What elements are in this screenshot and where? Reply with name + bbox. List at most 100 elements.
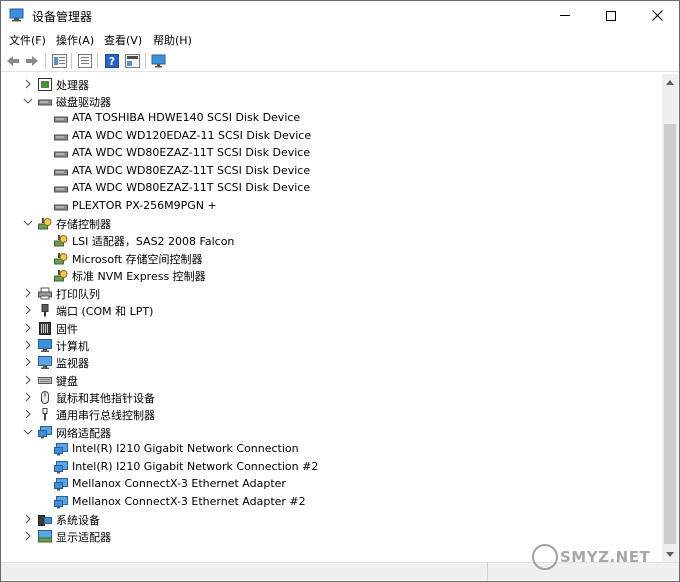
show-hide-button[interactable] <box>123 52 141 70</box>
chevron-right-icon[interactable] <box>23 305 33 315</box>
chevron-right-icon[interactable] <box>23 357 33 367</box>
tree-category-disk-drives[interactable]: 磁盘驱动器 <box>1 93 662 110</box>
tree-label: Microsoft 存储空间控制器 <box>72 253 203 266</box>
network-adapter-icon <box>38 426 52 439</box>
tree-category-firmware[interactable]: 固件 <box>1 320 662 337</box>
menu-view[interactable]: 查看(V) <box>104 32 142 48</box>
tree-label: 网络适配器 <box>56 427 111 440</box>
tree-item-network[interactable]: Mellanox ConnectX-3 Ethernet Adapter #2 <box>1 494 662 511</box>
list-view-button[interactable] <box>76 52 94 70</box>
tree-label: 标准 NVM Express 控制器 <box>72 270 206 283</box>
tree-item-storage[interactable]: LSI 适配器，SAS2 2008 Falcon <box>1 232 662 249</box>
forward-button[interactable] <box>23 52 41 70</box>
storage-controller-icon <box>54 253 68 265</box>
computer-icon <box>38 339 52 352</box>
tree-label: 磁盘驱动器 <box>56 96 111 109</box>
tree-category-usb-controllers[interactable]: 通用串行总线控制器 <box>1 406 662 423</box>
menu-bar: 文件(F) 操作(A) 查看(V) 帮助(H) <box>1 30 679 48</box>
tree-category-processor[interactable]: 处理器 <box>1 76 662 93</box>
chevron-down-icon[interactable] <box>23 96 33 106</box>
tree-item-storage[interactable]: 标准 NVM Express 控制器 <box>1 267 662 284</box>
watermark: SMYZ.NET <box>560 548 651 566</box>
properties-button[interactable] <box>50 52 68 70</box>
chevron-right-icon[interactable] <box>23 409 33 419</box>
scroll-down-button[interactable] <box>662 546 678 562</box>
disk-drive-icon <box>54 169 68 176</box>
toolbar-separator <box>97 53 98 69</box>
storage-controller-icon <box>38 218 52 230</box>
vertical-scrollbar[interactable] <box>662 74 678 562</box>
tree-item-disk[interactable]: ATA WDC WD120EDAZ-11 SCSI Disk Device <box>1 128 662 145</box>
chevron-right-icon[interactable] <box>23 340 33 350</box>
chevron-down-icon[interactable] <box>23 218 33 228</box>
tree-category-ports[interactable]: 端口 (COM 和 LPT) <box>1 302 662 319</box>
tree-label: PLEXTOR PX-256M9PGN + <box>72 199 217 212</box>
tree-category-system-devices[interactable]: 系统设备 <box>1 511 662 528</box>
chevron-right-icon[interactable] <box>23 392 33 402</box>
chevron-right-icon[interactable] <box>23 531 33 541</box>
disk-drive-icon <box>54 204 68 211</box>
chevron-right-icon[interactable] <box>23 288 33 298</box>
tree-label: 通用串行总线控制器 <box>56 409 155 422</box>
menu-help[interactable]: 帮助(H) <box>153 32 192 48</box>
back-arrow-icon <box>7 56 19 66</box>
tree-label: Mellanox ConnectX-3 Ethernet Adapter #2 <box>72 495 306 508</box>
back-button[interactable] <box>4 52 22 70</box>
storage-controller-icon <box>54 235 68 247</box>
tree-category-mice[interactable]: 鼠标和其他指针设备 <box>1 389 662 406</box>
tree-category-display-adapters[interactable]: 显示适配器 <box>1 528 662 545</box>
close-button[interactable] <box>634 1 680 30</box>
menu-file[interactable]: 文件(F) <box>9 32 46 48</box>
toolbar-separator <box>145 53 146 69</box>
tree-category-computer[interactable]: 计算机 <box>1 337 662 354</box>
tree-item-network[interactable]: Intel(R) I210 Gigabit Network Connection… <box>1 459 662 476</box>
chevron-right-icon[interactable] <box>23 323 33 333</box>
close-icon <box>651 10 663 21</box>
disk-drive-icon <box>54 151 68 158</box>
tree-category-network-adapters[interactable]: 网络适配器 <box>1 424 662 441</box>
scrollbar-thumb[interactable] <box>664 124 676 544</box>
svg-text:?: ? <box>109 55 115 68</box>
tree-item-disk[interactable]: ATA TOSHIBA HDWE140 SCSI Disk Device <box>1 110 662 127</box>
help-icon: ? <box>105 54 119 68</box>
tree-item-network[interactable]: Intel(R) I210 Gigabit Network Connection <box>1 441 662 458</box>
tree-item-disk[interactable]: ATA WDC WD80EZAZ-11T SCSI Disk Device <box>1 180 662 197</box>
system-device-icon <box>38 515 52 526</box>
maximize-button[interactable] <box>588 1 634 30</box>
minimize-button[interactable] <box>542 1 588 30</box>
tree-category-keyboards[interactable]: 键盘 <box>1 372 662 389</box>
toolbar-separator <box>45 53 46 69</box>
tree-item-disk[interactable]: ATA WDC WD80EZAZ-11T SCSI Disk Device <box>1 145 662 162</box>
menu-action[interactable]: 操作(A) <box>56 32 94 48</box>
scroll-up-button[interactable] <box>662 74 678 90</box>
tree-category-storage-controllers[interactable]: 存储控制器 <box>1 215 662 232</box>
chevron-up-icon <box>666 79 674 85</box>
tree-item-disk[interactable]: ATA WDC WD80EZAZ-11T SCSI Disk Device <box>1 163 662 180</box>
tree-label: 监视器 <box>56 357 89 370</box>
tree-label: 打印队列 <box>56 288 100 301</box>
title-bar: 设备管理器 <box>1 1 679 30</box>
chevron-right-icon[interactable] <box>23 375 33 385</box>
chevron-right-icon[interactable] <box>23 514 33 524</box>
chevron-right-icon[interactable] <box>23 79 33 89</box>
monitor-icon <box>38 356 52 369</box>
tree-label: 键盘 <box>56 375 78 388</box>
tree-item-disk[interactable]: PLEXTOR PX-256M9PGN + <box>1 198 662 215</box>
device-manager-window: 设备管理器 文件(F) 操作(A) 查看(V) 帮助(H) ? 处理器 磁盘驱动… <box>0 0 680 582</box>
tree-label: Mellanox ConnectX-3 Ethernet Adapter <box>72 477 286 490</box>
tree-category-monitors[interactable]: 监视器 <box>1 354 662 371</box>
tree-category-print-queues[interactable]: 打印队列 <box>1 285 662 302</box>
chevron-down-icon <box>666 551 674 557</box>
properties-icon <box>51 54 67 68</box>
tree-label: LSI 适配器，SAS2 2008 Falcon <box>72 235 235 248</box>
tree-item-storage[interactable]: Microsoft 存储空间控制器 <box>1 250 662 267</box>
help-button[interactable]: ? <box>103 52 121 70</box>
tree-item-network[interactable]: Mellanox ConnectX-3 Ethernet Adapter <box>1 476 662 493</box>
scan-hardware-button[interactable] <box>150 52 168 70</box>
disk-drive-icon <box>38 99 52 106</box>
network-adapter-icon <box>54 461 68 474</box>
tree-label: 存储控制器 <box>56 218 111 231</box>
chevron-down-icon[interactable] <box>23 427 33 437</box>
tree-label: 计算机 <box>56 340 89 353</box>
display-adapter-icon <box>38 530 52 543</box>
